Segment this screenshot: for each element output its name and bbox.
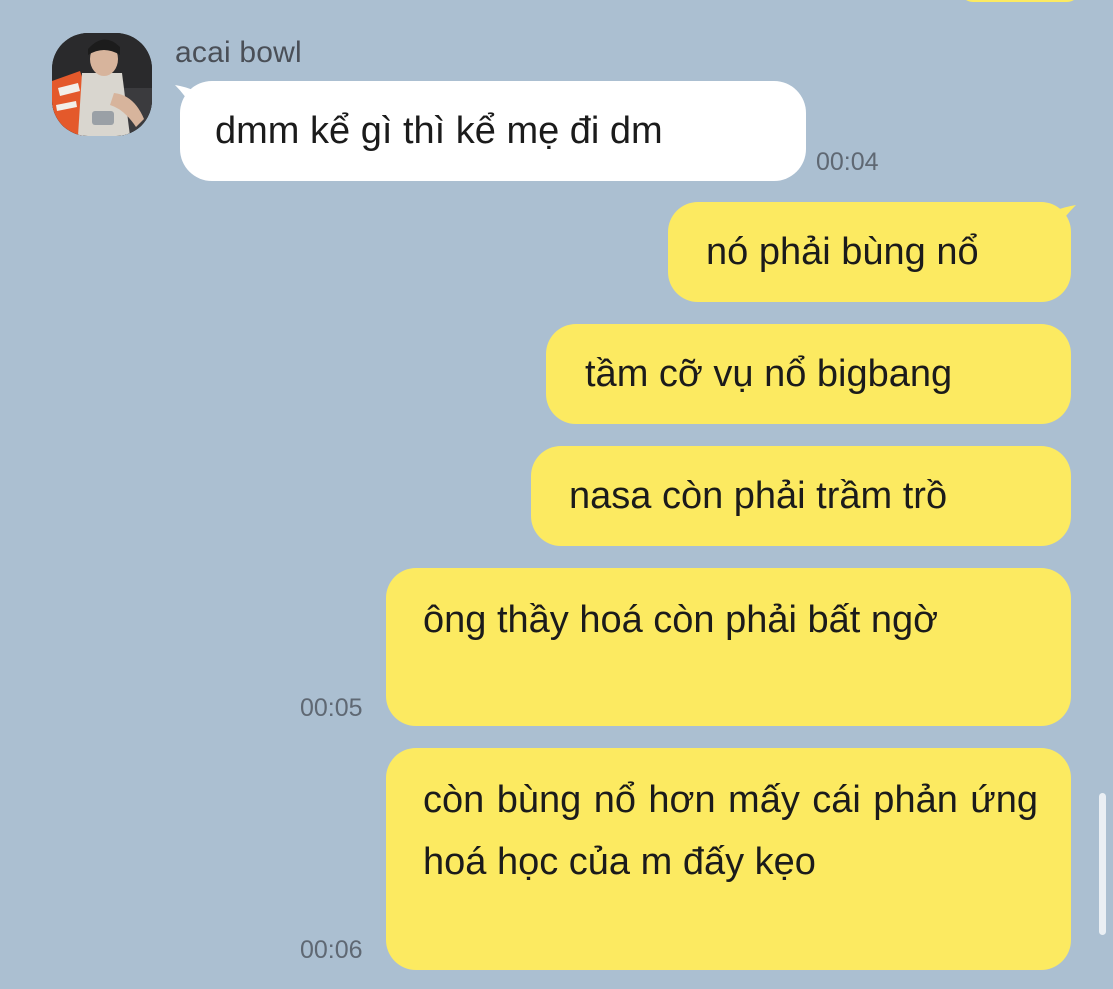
message-text: còn bùng nổ hơn mấy cái phản ứng hoá học… [423, 779, 1038, 883]
message-timestamp: 00:04 [816, 148, 879, 176]
previous-message-bubble-edge [960, 0, 1080, 2]
message-text: nó phải bùng nổ [706, 231, 979, 273]
message-bubble-outgoing[interactable]: nó phải bùng nổ [668, 202, 1071, 302]
message-bubble-outgoing[interactable]: còn bùng nổ hơn mấy cái phản ứng hoá học… [386, 748, 1071, 970]
message-bubble-outgoing[interactable]: ông thầy hoá còn phải bất ngờ [386, 568, 1071, 726]
message-bubble-incoming[interactable]: dmm kể gì thì kể mẹ đi dm [180, 81, 806, 181]
chat-view: acai bowl dmm kể gì thì kể mẹ đi dm 00:0… [0, 0, 1113, 989]
sender-avatar[interactable] [52, 33, 152, 136]
message-text: ông thầy hoá còn phải bất ngờ [423, 599, 939, 641]
message-text: nasa còn phải trầm trồ [569, 475, 948, 517]
message-text: tầm cỡ vụ nổ bigbang [585, 353, 953, 395]
message-bubble-outgoing[interactable]: tầm cỡ vụ nổ bigbang [546, 324, 1071, 424]
message-bubble-outgoing[interactable]: nasa còn phải trầm trồ [531, 446, 1071, 546]
message-timestamp: 00:06 [300, 936, 363, 964]
user-avatar-photo-icon [52, 33, 152, 136]
message-timestamp: 00:05 [300, 694, 363, 722]
message-text: dmm kể gì thì kể mẹ đi dm [215, 110, 663, 152]
sender-name: acai bowl [175, 36, 302, 69]
scrollbar-thumb[interactable] [1099, 793, 1106, 935]
